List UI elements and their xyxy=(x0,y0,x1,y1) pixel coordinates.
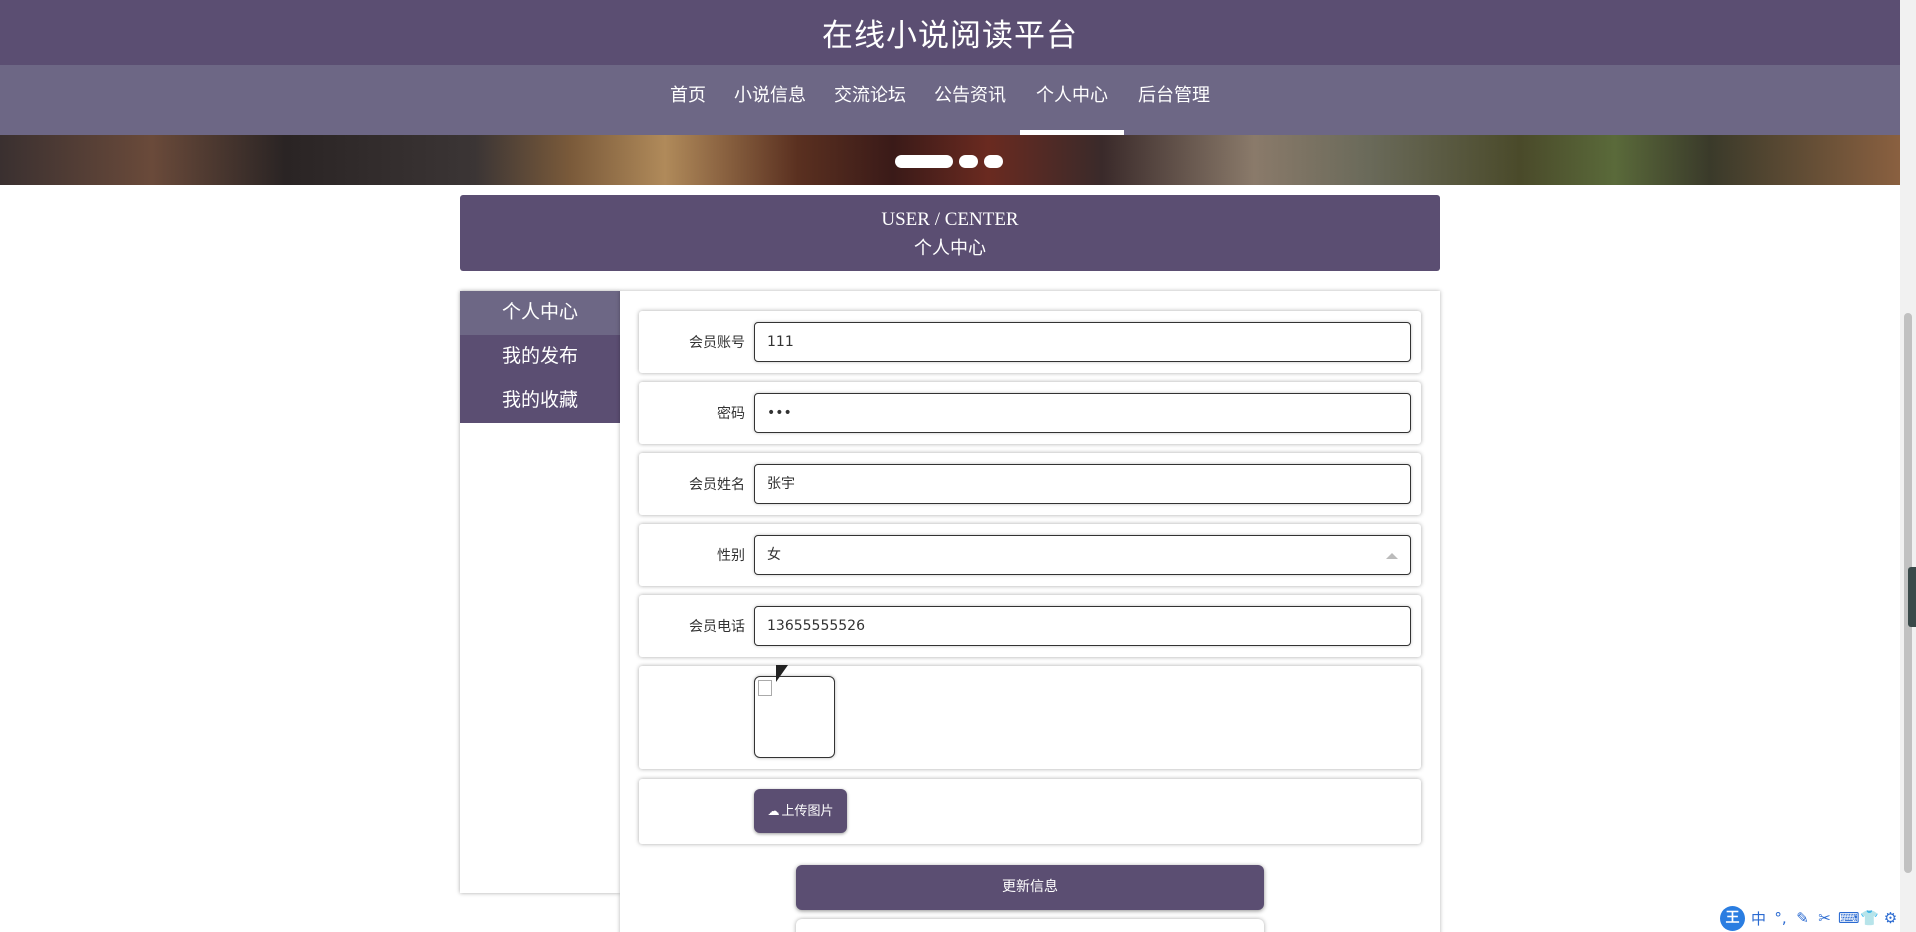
phone-label: 会员电话 xyxy=(689,619,745,635)
ime-logo-icon[interactable]: 王 xyxy=(1720,905,1745,931)
form-row-avatar xyxy=(639,666,1421,769)
ime-chinese-mode-icon[interactable]: 中 xyxy=(1750,908,1767,929)
ime-scissors-icon[interactable]: ✂ xyxy=(1816,909,1833,927)
gender-label: 性别 xyxy=(717,548,745,564)
site-header: 在线小说阅读平台 xyxy=(0,0,1900,65)
name-label: 会员姓名 xyxy=(689,477,745,493)
nav-item-admin[interactable]: 后台管理 xyxy=(1124,65,1224,135)
update-info-button[interactable]: 更新信息 xyxy=(796,865,1264,910)
ime-punctuation-icon[interactable]: °, xyxy=(1772,909,1789,927)
upload-image-button[interactable]: ☁ 上传图片 xyxy=(754,789,847,833)
account-label: 会员账号 xyxy=(689,335,745,351)
name-input[interactable]: 张宇 xyxy=(754,464,1411,504)
form-row-account: 会员账号 111 xyxy=(639,311,1421,373)
form-row-gender: 性别 女 xyxy=(639,524,1421,586)
password-label: 密码 xyxy=(717,406,745,422)
nav-item-home[interactable]: 首页 xyxy=(656,65,720,135)
select-arrow-icon xyxy=(1386,553,1398,559)
form-row-password: 密码 ••• xyxy=(639,382,1421,444)
nav-item-forum[interactable]: 交流论坛 xyxy=(820,65,920,135)
sidebar-item-user-center[interactable]: 个人中心 xyxy=(460,291,620,335)
ime-settings-icon[interactable]: ⚙ xyxy=(1882,909,1899,927)
gender-selected-value: 女 xyxy=(767,547,781,563)
cloud-upload-icon: ☁ xyxy=(767,804,780,818)
main-nav: 首页 小说信息 交流论坛 公告资讯 个人中心 后台管理 xyxy=(0,65,1900,135)
account-input[interactable]: 111 xyxy=(754,322,1411,362)
form-row-name: 会员姓名 张宇 xyxy=(639,453,1421,515)
profile-form: 会员账号 111 密码 ••• 会员姓名 张宇 性别 女 会员电话 136555… xyxy=(620,291,1440,932)
upload-image-label: 上传图片 xyxy=(781,804,834,819)
carousel-dot-3[interactable] xyxy=(984,155,1003,168)
side-floating-widget[interactable] xyxy=(1908,567,1916,627)
ime-toolbar: 王 中 °, ✎ ✂ ⌨ 👕 ⚙ xyxy=(1720,905,1899,931)
section-title-cn: 个人中心 xyxy=(914,238,986,258)
banner-carousel xyxy=(0,135,1900,185)
form-row-phone: 会员电话 13655555526 xyxy=(639,595,1421,657)
site-title: 在线小说阅读平台 xyxy=(822,18,1078,54)
phone-input[interactable]: 13655555526 xyxy=(754,606,1411,646)
ime-skin-icon[interactable]: 👕 xyxy=(1860,909,1879,927)
carousel-dot-2[interactable] xyxy=(959,155,978,168)
broken-image-icon xyxy=(758,680,772,696)
secondary-button[interactable] xyxy=(796,919,1264,932)
form-row-upload: ☁ 上传图片 xyxy=(639,779,1421,844)
carousel-indicators xyxy=(895,155,1003,168)
nav-item-novels[interactable]: 小说信息 xyxy=(720,65,820,135)
user-sidebar: 个人中心 我的发布 我的收藏 xyxy=(460,291,620,893)
password-input[interactable]: ••• xyxy=(754,393,1411,433)
nav-item-news[interactable]: 公告资讯 xyxy=(920,65,1020,135)
avatar-image xyxy=(754,676,835,758)
sidebar-item-my-posts[interactable]: 我的发布 xyxy=(460,335,620,379)
mouse-cursor-icon xyxy=(776,665,788,682)
carousel-dot-1[interactable] xyxy=(895,155,953,168)
page-scrollbar[interactable] xyxy=(1900,0,1916,932)
section-title-en: USER / CENTER xyxy=(881,209,1019,230)
nav-item-user-center[interactable]: 个人中心 xyxy=(1020,65,1124,135)
ime-handwriting-icon[interactable]: ✎ xyxy=(1794,909,1811,927)
gender-select[interactable]: 女 xyxy=(754,535,1411,575)
sidebar-item-my-favorites[interactable]: 我的收藏 xyxy=(460,379,620,423)
section-title: USER / CENTER 个人中心 xyxy=(460,195,1440,271)
ime-keyboard-icon[interactable]: ⌨ xyxy=(1838,909,1860,927)
